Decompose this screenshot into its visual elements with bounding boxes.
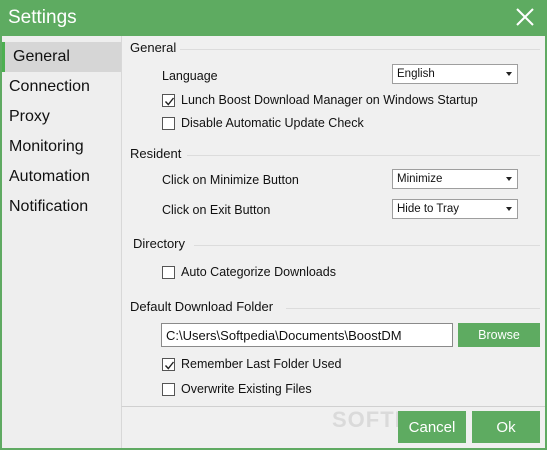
ok-button[interactable]: Ok <box>472 411 540 443</box>
checkbox-box <box>162 117 175 130</box>
auto-categorize-checkbox-label: Auto Categorize Downloads <box>181 265 336 279</box>
minimize-action-select[interactable]: Minimize <box>392 169 518 189</box>
disable-update-checkbox[interactable]: Disable Automatic Update Check <box>162 116 422 132</box>
sidebar-item-notification[interactable]: Notification <box>2 192 121 222</box>
section-title-directory: Directory <box>133 236 186 251</box>
sidebar-item-general[interactable]: General <box>2 42 121 72</box>
sidebar-item-automation[interactable]: Automation <box>2 162 121 192</box>
minimize-select-value: Minimize <box>397 173 443 185</box>
sidebar-item-label: Notification <box>9 198 89 215</box>
language-select[interactable]: English <box>392 64 518 84</box>
checkmark-icon <box>164 361 175 370</box>
sidebar: General Connection Proxy Monitoring Auto… <box>2 36 121 448</box>
startup-checkbox[interactable]: Lunch Boost Download Manager on Windows … <box>162 93 522 109</box>
overwrite-files-checkbox-label: Overwrite Existing Files <box>181 382 312 396</box>
sidebar-item-label: Automation <box>9 168 90 185</box>
minimize-label: Click on Minimize Button <box>162 173 299 187</box>
overwrite-files-checkbox[interactable]: Overwrite Existing Files <box>162 382 422 398</box>
sidebar-item-proxy[interactable]: Proxy <box>2 102 121 132</box>
chevron-down-icon <box>506 177 512 181</box>
sidebar-item-label: Proxy <box>9 108 50 125</box>
chevron-down-icon <box>506 207 512 211</box>
checkbox-box <box>162 266 175 279</box>
title-bar: Settings <box>0 0 547 36</box>
sidebar-item-connection[interactable]: Connection <box>2 72 121 102</box>
exit-label: Click on Exit Button <box>162 203 271 217</box>
dialog-footer: SOFTPEDIA Cancel Ok <box>121 406 545 448</box>
chevron-down-icon <box>506 72 512 76</box>
section-title-resident: Resident <box>130 146 182 161</box>
exit-action-select[interactable]: Hide to Tray <box>392 199 518 219</box>
close-icon[interactable] <box>511 3 539 31</box>
language-label: Language <box>162 69 218 83</box>
startup-checkbox-label: Lunch Boost Download Manager on Windows … <box>181 93 478 107</box>
auto-categorize-checkbox[interactable]: Auto Categorize Downloads <box>162 265 422 281</box>
remember-folder-checkbox[interactable]: Remember Last Folder Used <box>162 357 422 373</box>
download-folder-path-input[interactable] <box>161 323 453 347</box>
window-title: Settings <box>8 7 77 28</box>
language-select-value: English <box>397 68 435 80</box>
section-divider <box>187 155 540 156</box>
window-body: General Connection Proxy Monitoring Auto… <box>2 36 545 448</box>
sidebar-item-label: Connection <box>9 78 90 95</box>
disable-update-checkbox-label: Disable Automatic Update Check <box>181 116 364 130</box>
browse-button[interactable]: Browse <box>458 323 540 347</box>
checkbox-box <box>162 383 175 396</box>
section-title-download-folder: Default Download Folder <box>130 299 274 314</box>
cancel-button[interactable]: Cancel <box>398 411 466 443</box>
section-divider <box>180 49 540 50</box>
remember-folder-checkbox-label: Remember Last Folder Used <box>181 357 342 371</box>
checkbox-box <box>162 358 175 371</box>
sidebar-item-monitoring[interactable]: Monitoring <box>2 132 121 162</box>
sidebar-item-label: Monitoring <box>9 138 84 155</box>
sidebar-item-label: General <box>13 48 70 65</box>
section-divider <box>194 245 540 246</box>
exit-select-value: Hide to Tray <box>397 203 459 215</box>
checkmark-icon <box>164 97 175 106</box>
section-divider <box>286 308 540 309</box>
checkbox-box <box>162 94 175 107</box>
settings-content: General Language English Lunch Boost Dow… <box>121 36 545 406</box>
section-title-general: General <box>130 40 177 55</box>
